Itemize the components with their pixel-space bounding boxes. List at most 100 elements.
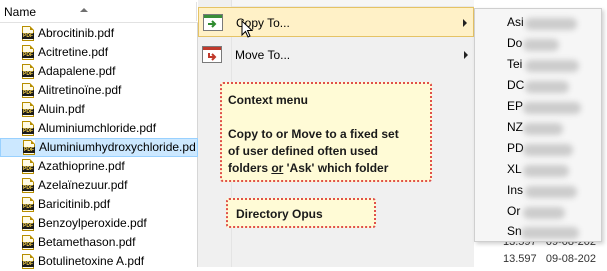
callout-line-3-prefix: folders [228,161,272,175]
copy-to-icon [203,14,223,31]
file-name: Aluin.pdf [38,102,85,116]
submenu-folder-item[interactable]: Do [507,36,522,54]
pdf-file-icon [22,178,34,193]
redacted-text [523,123,563,135]
redacted-text [523,144,573,156]
submenu-folder-item[interactable]: PD [507,141,524,159]
callout-line-3: folders or 'Ask' which folder [228,160,424,177]
callout-spacer [228,109,424,126]
file-date: 09-08-202 [545,253,596,265]
column-separator[interactable] [196,2,197,21]
submenu-folder-item[interactable]: EP [507,99,523,117]
submenu-folder-label: Or [507,204,521,218]
pdf-file-icon [22,102,34,117]
file-name: Abrocitinib.pdf [38,26,115,40]
file-row-selected[interactable]: Aluminiumhydroxychloride.pd [0,138,198,157]
file-name: Baricitinib.pdf [38,197,111,211]
submenu-folder-label: EP [507,99,524,113]
detail-column-edge [602,0,607,267]
file-name: Azathioprine.pdf [38,159,125,173]
file-name: Alitretinoïne.pdf [38,83,122,97]
callout-or-underlined: or [271,161,284,175]
file-list-pane: Name Abrocitinib.pdf Acitretine.pdf Adap… [0,0,198,269]
submenu-folder-item[interactable]: Asi [507,15,524,33]
submenu-folder-item[interactable]: NZ [507,120,523,138]
submenu-folder-label: DC [507,78,525,92]
name-column-label[interactable]: Name [4,5,36,19]
pdf-file-icon [22,216,34,231]
submenu-folder-item[interactable]: DC [507,78,524,96]
file-row[interactable]: Azathioprine.pdf [0,157,198,176]
context-menu: Copy To... Move To... Context menu Copy … [198,0,474,267]
file-name: Benzoylperoxide.pdf [38,216,147,230]
submenu-folder-label: Ins [507,183,524,197]
file-name: Azelaïnezuur.pdf [38,178,128,192]
pdf-file-icon [22,26,34,41]
submenu-folder-item[interactable]: Tei [507,57,522,75]
redacted-text [525,186,577,198]
redacted-text [523,102,581,114]
file-row[interactable]: Botulinetoxine A.pdf [0,252,198,271]
pdf-file-icon [22,45,34,60]
move-to-icon [202,46,222,63]
submenu-folder-item[interactable]: XL [507,162,522,180]
file-name: Adapalene.pdf [38,64,116,78]
file-rows: Abrocitinib.pdf Acitretine.pdf Adapalene… [0,24,198,271]
file-name: Aluminiumchloride.pdf [38,121,157,135]
file-row[interactable]: Adapalene.pdf [0,62,198,81]
redacted-text [523,39,559,51]
callout-line-1: Copy to or Move to a fixed set [228,127,399,141]
file-row[interactable]: Abrocitinib.pdf [0,24,198,43]
file-row[interactable]: Benzoylperoxide.pdf [0,214,198,233]
submenu-folder-label: Do [507,36,523,50]
file-row[interactable]: Alitretinoïne.pdf [0,81,198,100]
pdf-file-icon [22,64,34,79]
detail-row: 13.597 09-08-202 [503,253,596,265]
directory-opus-callout: Directory Opus [226,198,376,228]
submenu-folder-label: Asi [507,15,524,29]
redacted-text [525,60,579,72]
sort-ascending-icon [80,8,88,12]
pdf-file-icon [22,197,34,212]
callout-title: Context menu [228,93,309,107]
submenu-folder-item[interactable]: Or [507,204,520,222]
file-name: Botulinetoxine A.pdf [38,254,145,268]
pdf-file-icon [22,159,34,174]
file-row[interactable]: Aluminiumchloride.pdf [0,119,198,138]
submenu-folder-label: Tei [507,57,523,71]
file-row[interactable]: Betamethason.pdf [0,233,198,252]
file-row[interactable]: Acitretine.pdf [0,43,198,62]
pdf-file-icon [22,235,34,250]
pdf-file-icon [23,140,35,155]
mouse-pointer-icon [241,20,253,38]
file-row[interactable]: Azelaïnezuur.pdf [0,176,198,195]
submenu-arrow-icon [464,51,468,59]
move-to-label: Move To... [235,48,291,62]
submenu-arrow-icon [463,19,467,27]
file-row[interactable]: Baricitinib.pdf [0,195,198,214]
redacted-text [525,18,577,30]
redacted-text [525,81,569,93]
submenu-folder-label: Sn [507,224,522,238]
copy-to-menu-item[interactable]: Copy To... [198,7,474,37]
submenu-folder-label: NZ [507,120,523,134]
pdf-file-icon [22,121,34,136]
context-menu-callout: Context menu Copy to or Move to a fixed … [220,82,432,182]
file-name: Betamethason.pdf [38,235,136,249]
menu-previous-item-edge [232,0,474,7]
submenu-folder-item[interactable]: Sn [507,224,522,242]
directory-opus-label: Directory Opus [236,207,323,221]
column-header[interactable]: Name [0,0,198,23]
callout-line-2: of user defined often used [228,144,379,158]
move-to-menu-item[interactable]: Move To... [198,40,474,70]
copy-to-submenu: Asi Do Tei DC EP NZ PD XL Ins Or Sn [474,8,602,242]
submenu-folder-item[interactable]: Ins [507,183,523,201]
submenu-folder-label: XL [507,162,522,176]
redacted-text [523,165,569,177]
pdf-file-icon [22,83,34,98]
file-size: 13.597 [503,253,537,265]
file-name: Aluminiumhydroxychloride.pd [39,140,196,154]
file-name: Acitretine.pdf [38,45,109,59]
file-row[interactable]: Aluin.pdf [0,100,198,119]
callout-line-3-suffix: 'Ask' which folder [283,161,389,175]
